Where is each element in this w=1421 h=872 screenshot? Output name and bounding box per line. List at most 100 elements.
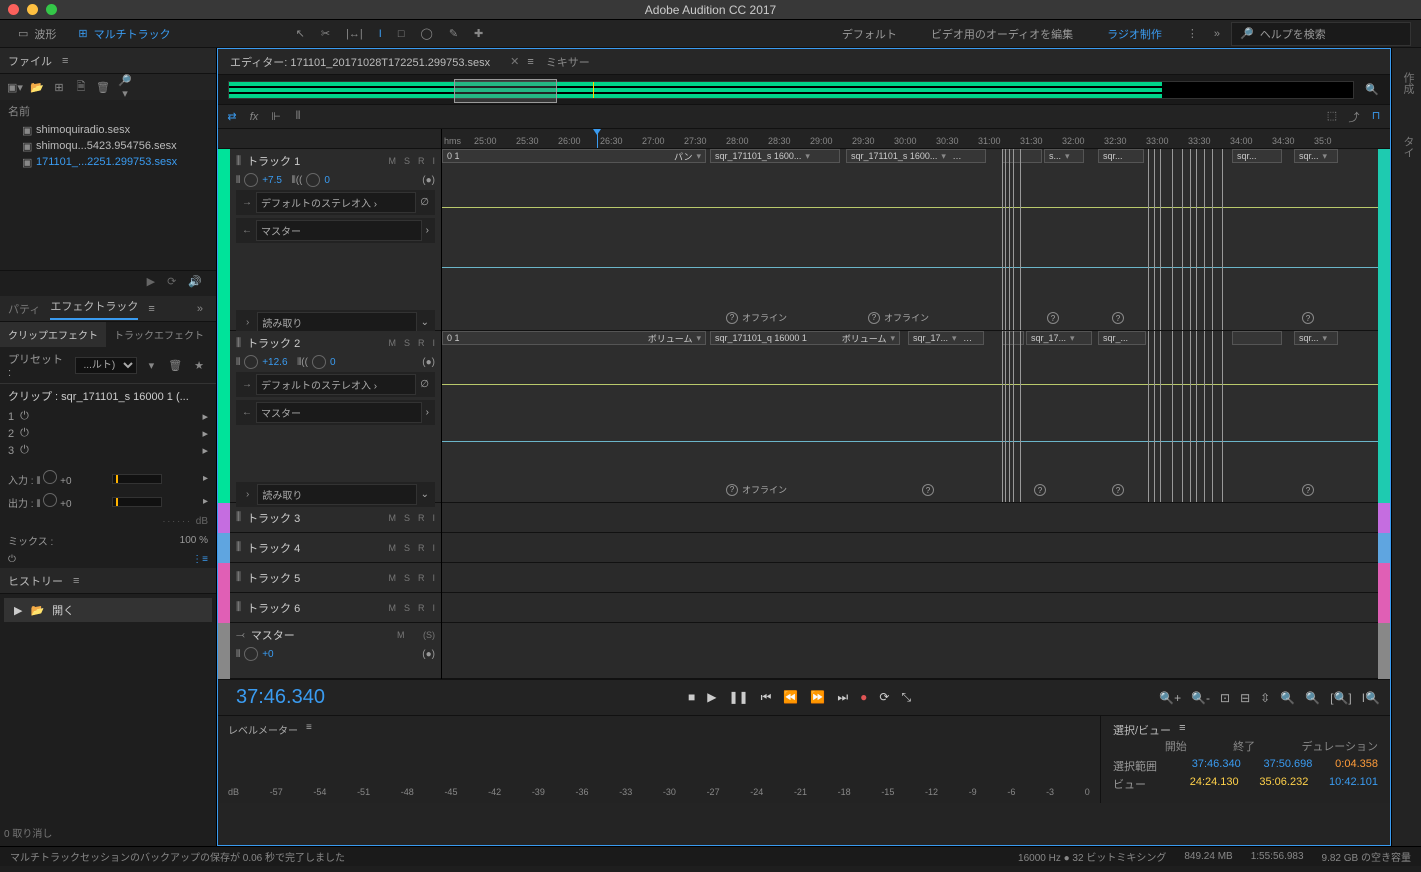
forward-btn[interactable]: ⏩ [810,690,825,705]
zoom-v-icon[interactable]: ⇳ [1260,691,1270,705]
track-grip-icon[interactable]: ⫼ [236,337,241,350]
track2-pan[interactable]: 0 [330,357,336,368]
track-lane-2[interactable]: 0 1ボリューム sqr_171101_q 16000 1ボリューム sqr_1… [442,331,1378,503]
go-start-btn[interactable]: ⏮ [761,690,772,705]
master-lane[interactable] [442,623,1378,679]
inputs-icon[interactable]: ⇄ [224,110,240,123]
close-window[interactable] [8,4,19,15]
workspace-more-icon[interactable]: » [1209,28,1225,40]
rewind-btn[interactable]: ⏪ [783,690,798,705]
track-lane-1[interactable]: 0 1パン sqr_171101_s 1600... sqr_171101_s … [442,149,1378,331]
tab-clip-effects[interactable]: クリップエフェクト [0,322,106,347]
slip-tool-icon[interactable]: |↔| [341,28,368,40]
skip-silence-btn[interactable]: ⤡ [901,690,911,705]
preset-delete-icon[interactable]: 🗑 [166,359,184,372]
upload-icon[interactable]: ⤴ [1346,109,1362,125]
share-icon[interactable]: ⬚ [1324,109,1340,125]
workspace-radio[interactable]: ラジオ制作 [1093,26,1176,42]
zoom-in-h-icon[interactable]: 🔍+ [1159,691,1181,705]
minimize-window[interactable] [27,4,38,15]
sel-end[interactable]: 37:50.698 [1263,758,1312,774]
close-session-icon[interactable]: ✕ [510,55,519,68]
track1-volume[interactable]: +7.5 [262,175,282,186]
stop-btn[interactable]: ■ [688,690,695,705]
zoom-out-v-icon[interactable]: 🔍 [1305,691,1320,705]
tab-mixer[interactable]: ミキサー [534,54,602,70]
overview-zoom-icon[interactable]: 🔍 [1364,83,1380,96]
go-end-btn[interactable]: ⏭ [837,690,848,705]
right-tab-create[interactable]: 作成 [1392,66,1421,100]
effectrack-menu-icon[interactable] [148,303,154,315]
effectrack-more-icon[interactable]: » [192,303,208,315]
master-volume[interactable]: +0 [262,649,273,660]
clip[interactable]: sqr_171101_s 1600... [710,149,840,163]
mute-btn[interactable]: M [388,156,396,166]
time-select-tool-icon[interactable]: I [374,28,387,40]
level-menu-icon[interactable] [306,722,312,737]
view-start[interactable]: 24:24.130 [1190,776,1239,792]
clip[interactable]: 0 1ボリューム [442,331,706,345]
monitor-btn[interactable]: I [432,156,435,166]
preset-select[interactable]: ...ルト) [75,357,137,374]
zoom-sel-icon[interactable]: ⊟ [1240,691,1250,705]
zoom-fit-icon[interactable]: ⊡ [1220,691,1230,705]
effect-slot[interactable]: 3⏻▸ [0,442,216,459]
track-grip-icon[interactable]: ⫼ [236,155,241,168]
track2-input[interactable]: デフォルトのステレオ入 ›∅ [236,372,435,397]
history-item-open[interactable]: ▶ 📂 開く [4,598,212,622]
arm-btn[interactable]: R [418,156,425,166]
view-waveform[interactable]: ▭波形 [10,23,64,45]
zoom-reset-icon[interactable]: I🔍 [1362,691,1380,705]
record-btn[interactable]: ● [860,690,867,705]
view-multitrack[interactable]: ⊞マルチトラック [70,23,178,45]
heal-tool-icon[interactable]: ✚ [469,27,488,40]
clip[interactable]: s... [1044,149,1084,163]
play-icon[interactable]: ▶ [147,275,155,292]
files-panel-menu-icon[interactable] [62,55,68,67]
close-file-icon[interactable]: 🗎 [72,78,90,97]
track2-output[interactable]: マスター› [236,400,435,425]
marquee-tool-icon[interactable]: □ [393,28,410,40]
clip[interactable]: sqr_171101_q 16000 1ボリューム [710,331,900,345]
clip[interactable]: sqr_171101_s 1600... … [846,149,986,163]
autoplay-icon[interactable]: 🔊 [188,275,202,292]
preset-save-icon[interactable]: ▾ [143,359,161,372]
clip[interactable]: sqr... [1098,149,1144,163]
open-file-icon[interactable]: 📂 [28,81,46,94]
track2-volume[interactable]: +12.6 [262,357,287,368]
sends-icon[interactable]: ⊩ [268,110,284,123]
eq-icon[interactable]: ⫴ [290,110,306,123]
clip[interactable]: sqr_17... … [908,331,984,345]
zoom-all-icon[interactable]: [🔍] [1330,691,1352,705]
tab-track-effects[interactable]: トラックエフェクト [106,322,212,347]
history-menu-icon[interactable] [73,575,79,587]
lasso-tool-icon[interactable]: ◯ [416,27,438,40]
loop-icon[interactable]: ⟳ [167,275,176,292]
workspace-options-icon[interactable]: ⋮ [1182,27,1203,40]
file-row[interactable]: shimoquiradio.sesx [0,122,216,138]
effect-slot[interactable]: 2⏻▸ [0,425,216,442]
brush-tool-icon[interactable]: ✎ [444,27,463,40]
new-file-icon[interactable]: ▣▾ [6,81,24,94]
razor-tool-icon[interactable]: ✂ [316,27,335,40]
view-dur[interactable]: 10:42.101 [1329,776,1378,792]
pause-btn[interactable]: ❚❚ [728,690,748,705]
track-lane-3[interactable] [442,503,1378,533]
clip[interactable]: sqr_17... [1026,331,1092,345]
right-tab-type[interactable]: タイ [1392,130,1421,164]
maximize-window[interactable] [46,4,57,15]
clip[interactable]: sqr_... [1098,331,1146,345]
effect-slot[interactable]: 1⏻▸ [0,408,216,425]
sel-start[interactable]: 37:46.340 [1192,758,1241,774]
zoom-out-h-icon[interactable]: 🔍- [1191,691,1210,705]
track1-output[interactable]: マスター› [236,218,435,243]
track-lane-4[interactable] [442,533,1378,563]
clip[interactable]: sqr... [1294,331,1338,345]
playhead[interactable] [597,129,598,148]
insert-icon[interactable]: ⊞ [50,81,68,94]
track1-input[interactable]: デフォルトのステレオ入 ›∅ [236,190,435,215]
track1-pan[interactable]: 0 [324,175,330,186]
selview-menu-icon[interactable] [1179,722,1185,738]
timecode[interactable]: 37:46.340 [228,686,438,709]
delete-icon[interactable]: 🗑 [94,81,112,94]
